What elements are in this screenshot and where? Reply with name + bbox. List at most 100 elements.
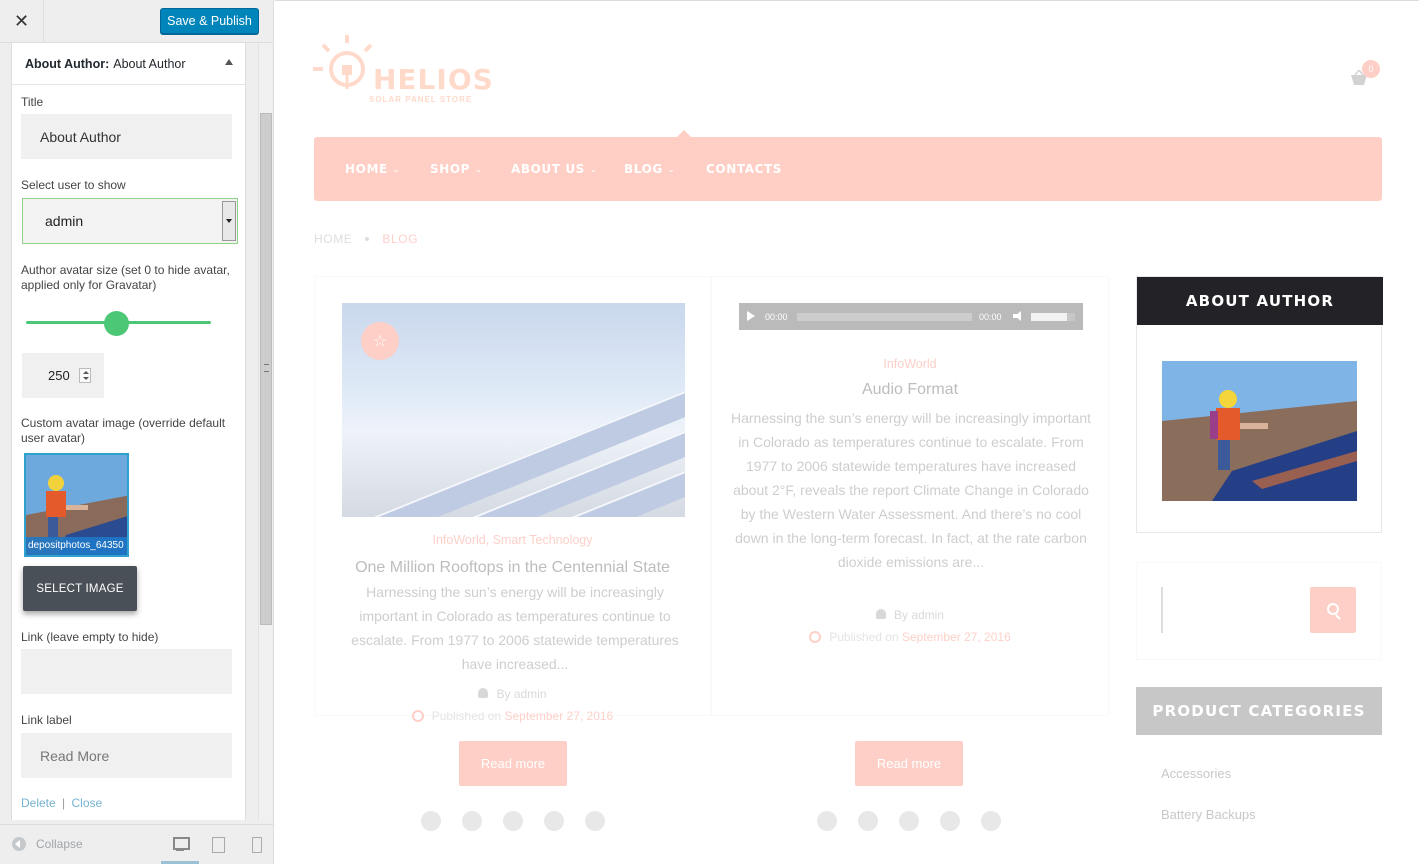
title-label: Title <box>21 95 44 109</box>
about-author-title: ABOUT AUTHOR <box>1137 277 1383 325</box>
post-title[interactable]: Audio Format <box>712 381 1108 399</box>
close-icon: ✕ <box>13 11 30 31</box>
linkedin-icon[interactable] <box>940 811 960 831</box>
mobile-icon[interactable] <box>248 836 264 853</box>
chevron-down-icon: ⌄ <box>667 165 676 174</box>
twitter-icon[interactable] <box>462 811 482 831</box>
main-navigation: HOME ⌄ SHOP ⌄ ABOUT US ⌄ BLOG ⌄ CONTACTS <box>314 130 1382 201</box>
chevron-down-icon: ⌄ <box>475 165 483 174</box>
user-select[interactable]: admin <box>22 198 238 244</box>
post-date-prefix: Published on <box>829 630 899 644</box>
chevron-down-icon: ⌄ <box>392 165 401 174</box>
nav-item-label: CONTACTS <box>706 162 783 176</box>
logo-tagline: SOLAR PANEL STORE <box>369 95 473 104</box>
about-author-widget[interactable]: ABOUT AUTHOR <box>1136 276 1383 533</box>
search-widget <box>1136 562 1382 660</box>
read-more-button[interactable]: Read more <box>459 741 567 786</box>
pinterest-icon[interactable] <box>981 811 1001 831</box>
link-text-input[interactable]: Read More <box>21 733 232 778</box>
post-date-value: September 27, 2016 <box>504 709 614 723</box>
post-categories[interactable]: InfoWorld, Smart Technology <box>315 533 710 547</box>
user-icon <box>875 609 886 619</box>
audio-progress-bar[interactable] <box>797 313 972 321</box>
read-more-button[interactable]: Read more <box>855 741 963 786</box>
link-text-label: Link label <box>21 713 72 727</box>
nav-item-about-us[interactable]: ABOUT US ⌄ <box>511 162 597 176</box>
widget-header[interactable]: About Author: About Author <box>12 43 245 85</box>
save-publish-button[interactable]: Save & Publish <box>160 8 259 34</box>
star-icon: ☆ <box>361 322 399 360</box>
nav-item-blog[interactable]: BLOG ⌄ <box>624 162 675 176</box>
nav-item-home[interactable]: HOME ⌄ <box>345 162 400 176</box>
post-title[interactable]: One Million Rooftops in the Centennial S… <box>315 559 710 577</box>
avatar-size-slider-handle[interactable] <box>104 311 129 336</box>
widget-type-label: About Author: <box>25 56 110 71</box>
post-author-label: By admin <box>496 687 547 701</box>
audio-current-time: 00:00 <box>765 312 788 322</box>
blog-post-card: ☆ InfoWorld, Smart Technology One Millio… <box>314 276 711 723</box>
search-icon[interactable] <box>1310 587 1356 633</box>
chevron-down-icon: ⌄ <box>589 165 598 174</box>
category-item[interactable]: Battery Backups <box>1161 807 1256 822</box>
post-excerpt: Harnessing the sun’s energy will be incr… <box>351 584 679 672</box>
facebook-icon[interactable] <box>421 811 441 831</box>
customizer-sidebar: ✕ Save & Publish About Author: About Aut… <box>0 0 274 864</box>
twitter-icon[interactable] <box>858 811 878 831</box>
audio-player: 00:00 00:00 <box>739 303 1083 330</box>
facebook-icon[interactable] <box>817 811 837 831</box>
volume-icon[interactable] <box>1013 311 1023 321</box>
chevron-up-icon[interactable] <box>225 59 233 65</box>
chevron-down-icon[interactable] <box>222 201 236 241</box>
nav-item-label: BLOG <box>624 162 663 176</box>
post-categories[interactable]: InfoWorld <box>712 357 1108 371</box>
avatar-image-thumbnail[interactable]: depositphotos_64350 <box>24 453 129 557</box>
post-author: By admin <box>712 608 1108 622</box>
search-input[interactable] <box>1161 587 1301 633</box>
product-categories-title: PRODUCT CATEGORIES <box>1136 687 1382 735</box>
scrollbar-thumb[interactable] <box>260 113 272 625</box>
google-plus-icon[interactable] <box>503 811 523 831</box>
widget-title-label: About Author <box>113 56 186 71</box>
user-select-label: Select user to show <box>21 178 126 192</box>
nav-item-contacts[interactable]: CONTACTS <box>706 162 782 176</box>
collapse-button[interactable]: Collapse <box>12 837 83 851</box>
volume-slider[interactable] <box>1031 313 1075 321</box>
nav-item-label: ABOUT US <box>511 162 585 176</box>
user-icon <box>478 688 489 698</box>
play-icon[interactable] <box>747 311 755 321</box>
nav-item-label: HOME <box>345 162 388 176</box>
post-author: By admin <box>315 687 710 701</box>
nav-item-shop[interactable]: SHOP ⌄ <box>430 162 482 176</box>
post-date-prefix: Published on <box>431 709 502 723</box>
avatar-size-value: 250 <box>48 368 70 383</box>
post-author-label: By admin <box>893 608 945 622</box>
share-icons <box>421 811 605 831</box>
avatar-filename: depositphotos_64350 <box>26 537 127 555</box>
google-plus-icon[interactable] <box>899 811 919 831</box>
avatar-size-stepper[interactable]: 250 <box>22 353 104 398</box>
close-widget-link[interactable]: Close <box>72 796 103 810</box>
customizer-header: ✕ Save & Publish <box>0 0 273 43</box>
site-preview: HELIOS SOLAR PANEL STORE 0 HOME ⌄ SHOP ⌄ A… <box>275 0 1419 864</box>
post-featured-image[interactable]: ☆ <box>342 303 685 517</box>
desktop-icon[interactable] <box>172 836 190 852</box>
title-input[interactable]: About Author <box>21 114 232 159</box>
breadcrumb-home[interactable]: HOME <box>314 232 352 246</box>
scroll-grip-icon <box>264 364 269 372</box>
category-item[interactable]: Accessories <box>1161 766 1231 781</box>
breadcrumb-separator <box>365 237 370 241</box>
panel-scrollbar[interactable] <box>258 43 272 820</box>
widget-actions: Delete | Close <box>21 796 102 810</box>
pinterest-icon[interactable] <box>585 811 605 831</box>
linkedin-icon[interactable] <box>544 811 564 831</box>
site-logo[interactable]: HELIOS SOLAR PANEL STORE <box>313 29 503 109</box>
select-image-button[interactable]: SELECT IMAGE <box>23 566 137 611</box>
worker-photo <box>1162 361 1357 501</box>
nav-item-label: SHOP <box>430 162 471 176</box>
tablet-icon[interactable] <box>210 836 226 853</box>
stepper-arrows-icon[interactable] <box>79 368 91 383</box>
delete-widget-link[interactable]: Delete <box>21 796 56 810</box>
link-input[interactable] <box>21 649 232 694</box>
author-avatar <box>1162 361 1357 501</box>
close-customizer-button[interactable]: ✕ <box>0 0 44 43</box>
